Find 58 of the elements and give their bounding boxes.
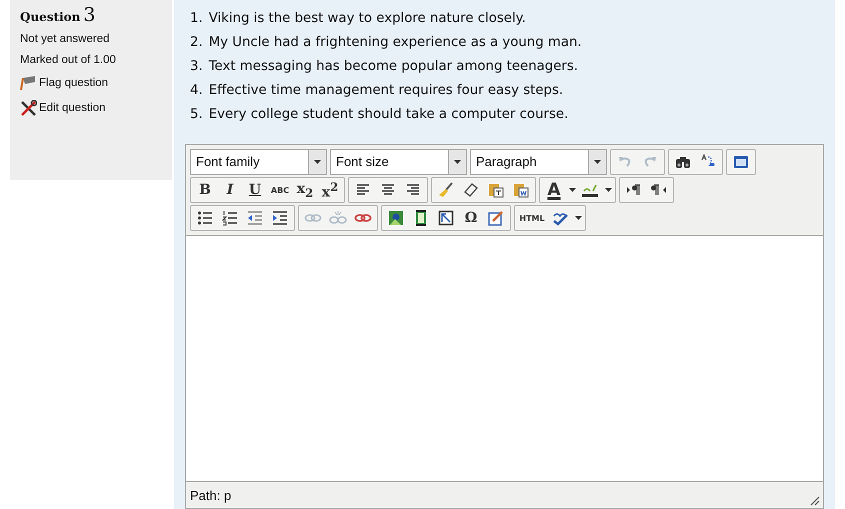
window-icon <box>733 154 749 170</box>
item-number: 5. <box>190 106 203 124</box>
caret-icon <box>454 160 461 164</box>
numbered-list-icon <box>222 210 238 226</box>
item-number: 1. <box>190 10 203 28</box>
path-label: Path: p <box>190 488 232 502</box>
flag-icon <box>20 75 37 91</box>
edit-icon <box>488 210 504 226</box>
pilcrow-icon <box>626 182 642 198</box>
toolbar-button[interactable]: HTML <box>517 207 547 229</box>
question-mark: Marked out of 1.00 <box>20 54 117 66</box>
item-text: Viking is the best way to explore nature closely. <box>208 10 526 28</box>
dropdown-select[interactable]: Font size <box>330 149 467 175</box>
caret-icon <box>594 160 601 164</box>
caret-icon <box>604 188 612 192</box>
toolbar-button[interactable]: I <box>218 179 242 201</box>
toolbar-button[interactable]: B <box>193 179 217 201</box>
indent-icon <box>272 210 288 226</box>
question-status: Not yet answered <box>20 33 110 45</box>
resize-grip-icon[interactable] <box>810 496 820 506</box>
tools-icon <box>20 100 37 116</box>
edit-question-link[interactable]: Edit question <box>20 100 106 116</box>
toolbar-button[interactable]: Ω <box>459 207 483 229</box>
binoculars-icon <box>675 154 691 170</box>
question-label: Question <box>20 10 80 24</box>
caret-icon <box>574 216 582 220</box>
question-number: 3 <box>83 6 96 24</box>
film-icon <box>413 210 429 226</box>
clipboard-icon <box>513 182 529 198</box>
item-text: Text messaging has become popular among teenagers. <box>208 58 578 76</box>
item-number: 4. <box>190 82 203 100</box>
dropdown-select[interactable]: Font family <box>190 149 327 175</box>
dropdown-select[interactable]: Paragraph <box>470 149 607 175</box>
image-icon <box>388 210 404 226</box>
flag-question-link[interactable]: Flag question <box>20 75 108 91</box>
pilcrow-icon <box>651 182 667 198</box>
item-text: Effective time management requires four easy steps. <box>208 82 564 100</box>
align-right-icon <box>405 182 421 198</box>
eraser-icon <box>463 182 479 198</box>
clipboard-icon <box>488 182 504 198</box>
bulleted-list-icon <box>197 210 213 226</box>
toolbar-button[interactable]: U <box>243 179 267 201</box>
toolbar-button[interactable]: x$^{2}$ <box>318 179 342 201</box>
item-number: 3. <box>190 58 203 76</box>
align-left-icon <box>355 182 371 198</box>
item-number: 2. <box>190 34 203 52</box>
toolbar-button[interactable]: A <box>542 179 566 201</box>
unlink-icon <box>329 210 347 226</box>
toolbar-button[interactable]: x$_{2}$ <box>293 179 317 201</box>
caret-icon <box>314 160 321 164</box>
item-text: Every college student should take a computer course. <box>208 106 568 124</box>
align-center-icon <box>380 182 396 198</box>
outdent-icon <box>247 210 263 226</box>
item-text: My Uncle had a frightening experience as a young man. <box>208 34 582 52</box>
brush-icon <box>438 182 454 198</box>
highlighter-icon <box>581 182 599 198</box>
caret-icon <box>568 188 576 192</box>
toolbar-button[interactable]: ABC <box>268 179 292 201</box>
